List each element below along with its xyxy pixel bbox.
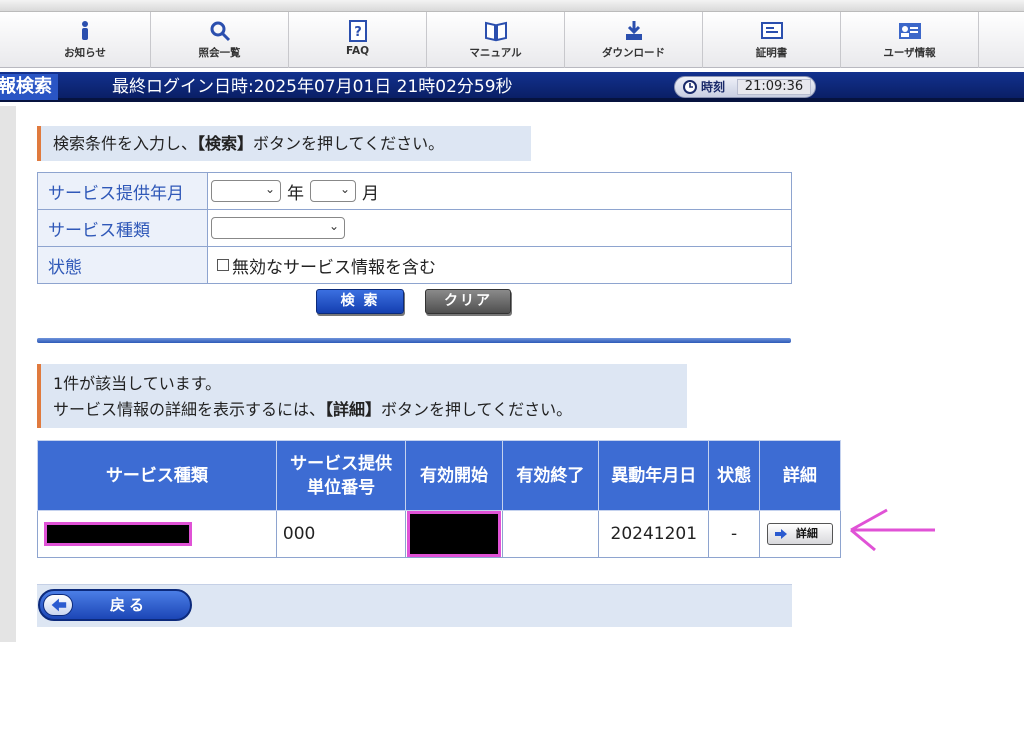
include-invalid-checkbox[interactable] xyxy=(217,259,229,271)
clock-label: 時刻 xyxy=(701,80,726,94)
table-row: 000 20241201 - 詳細 xyxy=(37,510,842,558)
cell-status: - xyxy=(708,510,760,558)
instruction-prefix: 検索条件を入力し、 xyxy=(53,134,198,153)
result-count-text: 1件が該当しています。 xyxy=(53,374,222,393)
cell-unit-number: 000 xyxy=(275,510,407,558)
include-invalid-label: 無効なサービス情報を含む xyxy=(232,257,436,278)
nav-item-label: マニュアル xyxy=(469,47,522,59)
clock-icon xyxy=(683,80,697,94)
status-cell: 無効なサービス情報を含む xyxy=(207,246,792,284)
nav-item-label: ユーザ情報 xyxy=(883,47,936,59)
detail-button-label: 詳細 xyxy=(795,527,818,540)
col-unit-number-line2: 単位番号 xyxy=(307,477,376,498)
nav-item-manual[interactable]: マニュアル xyxy=(427,12,565,68)
redacted-block xyxy=(44,522,192,546)
instruction-suffix: ボタンを押してください。 xyxy=(253,134,445,153)
nav-item-label: 照会一覧 xyxy=(198,47,241,59)
service-type-select[interactable]: ⌄ xyxy=(211,217,345,239)
col-status: 状態 xyxy=(708,440,760,511)
last-login-text: 最終ログイン日時:2025年07月01日 21時02分59秒 xyxy=(112,77,513,97)
nav-item-notice[interactable]: お知らせ xyxy=(20,12,151,68)
book-icon xyxy=(484,21,507,42)
search-icon xyxy=(210,21,230,42)
cell-change-date: 20241201 xyxy=(598,510,710,558)
col-valid-start: 有効開始 xyxy=(405,440,503,511)
back-arrow-icon xyxy=(43,594,73,616)
redacted-block xyxy=(407,511,502,557)
page: お知らせ 照会一覧 ? FAQ マニュアル ダウンロード 証明書 ユーザ情報 報… xyxy=(0,0,1024,754)
detail-instruction-prefix: サービス情報の詳細を表示するには、 xyxy=(53,400,326,419)
faq-icon: ? xyxy=(348,20,367,42)
left-gutter xyxy=(0,106,16,642)
status-label: 状態 xyxy=(37,246,208,284)
nav-item-user-info[interactable]: ユーザ情報 xyxy=(841,12,979,68)
clock-time: 21:09:36 xyxy=(737,79,811,95)
service-type-label: サービス種類 xyxy=(37,209,208,247)
info-icon xyxy=(82,21,88,40)
search-instruction: 検索条件を入力し、【検索】ボタンを押してください。 xyxy=(37,126,531,161)
results-table: サービス種類 サービス提供 単位番号 有効開始 有効終了 異動年月日 状態 詳細 … xyxy=(37,440,842,558)
col-change-date: 異動年月日 xyxy=(598,440,710,511)
col-valid-end: 有効終了 xyxy=(501,440,600,511)
download-icon xyxy=(625,21,642,40)
nav-item-label: ダウンロード xyxy=(602,47,665,59)
back-button[interactable]: 戻る xyxy=(38,589,192,621)
nav-item-label: FAQ xyxy=(345,45,370,57)
col-unit-number-line1: サービス提供 xyxy=(290,453,393,474)
col-detail: 詳細 xyxy=(758,440,842,511)
clear-button[interactable]: クリア xyxy=(425,289,511,314)
chevron-down-icon: ⌄ xyxy=(339,182,350,196)
nav-item-label: 証明書 xyxy=(755,47,788,59)
chevron-down-icon: ⌄ xyxy=(264,182,275,196)
nav-item-faq[interactable]: ? FAQ xyxy=(289,12,427,68)
cell-valid-start xyxy=(405,510,503,558)
nav-item-label: お知らせ xyxy=(64,47,106,59)
user-card-icon xyxy=(898,23,921,39)
detail-button[interactable]: 詳細 xyxy=(766,523,833,545)
nav-item-download[interactable]: ダウンロード xyxy=(565,12,703,68)
chevron-down-icon: ⌄ xyxy=(328,219,339,233)
period-label: サービス提供年月 xyxy=(37,172,208,210)
top-strip xyxy=(0,0,1024,12)
search-form: サービス提供年月 ⌄ 年 ⌄ 月 サービス種類 ⌄ 状態 無効なサービス情報を含む xyxy=(37,172,792,284)
detail-instruction-bold: 【詳細】 xyxy=(325,400,382,419)
instruction-bold: 【検索】 xyxy=(197,134,254,153)
arrow-annotation-icon xyxy=(850,508,935,552)
clock-badge: 時刻 21:09:36 xyxy=(674,76,816,98)
year-unit: 年 xyxy=(287,183,304,204)
arrow-right-icon xyxy=(774,529,787,539)
nav-item-inquiry-list[interactable]: 照会一覧 xyxy=(151,12,289,68)
period-cell: ⌄ 年 ⌄ 月 xyxy=(207,172,792,210)
section-divider xyxy=(37,338,791,343)
detail-instruction-suffix: ボタンを押してください。 xyxy=(381,400,573,419)
certificate-icon xyxy=(760,22,783,39)
col-unit-number: サービス提供 単位番号 xyxy=(275,440,407,511)
detail-instruction: サービス情報の詳細を表示するには、【詳細】ボタンを押してください。 xyxy=(53,397,687,423)
col-service-type: サービス種類 xyxy=(37,440,277,511)
month-select[interactable]: ⌄ xyxy=(310,180,356,202)
nav-item-certificate[interactable]: 証明書 xyxy=(703,12,841,68)
nav-bar: お知らせ 照会一覧 ? FAQ マニュアル ダウンロード 証明書 ユーザ情報 xyxy=(0,12,1024,68)
page-title: 報検索 xyxy=(0,74,58,100)
table-header-row: サービス種類 サービス提供 単位番号 有効開始 有効終了 異動年月日 状態 詳細 xyxy=(37,440,842,511)
service-type-cell: ⌄ xyxy=(207,209,792,247)
search-button[interactable]: 検 索 xyxy=(316,289,404,314)
svg-text:?: ? xyxy=(354,25,362,40)
cell-detail: 詳細 xyxy=(758,510,842,558)
back-button-label: 戻る xyxy=(110,596,149,614)
header-bar: 報検索 最終ログイン日時:2025年07月01日 21時02分59秒 時刻 21… xyxy=(0,72,1024,102)
month-unit: 月 xyxy=(362,183,379,204)
year-select[interactable]: ⌄ xyxy=(211,180,281,202)
cell-valid-end xyxy=(501,510,600,558)
results-instruction: 1件が該当しています。 サービス情報の詳細を表示するには、【詳細】ボタンを押して… xyxy=(37,364,687,428)
cell-service-type xyxy=(37,510,277,558)
